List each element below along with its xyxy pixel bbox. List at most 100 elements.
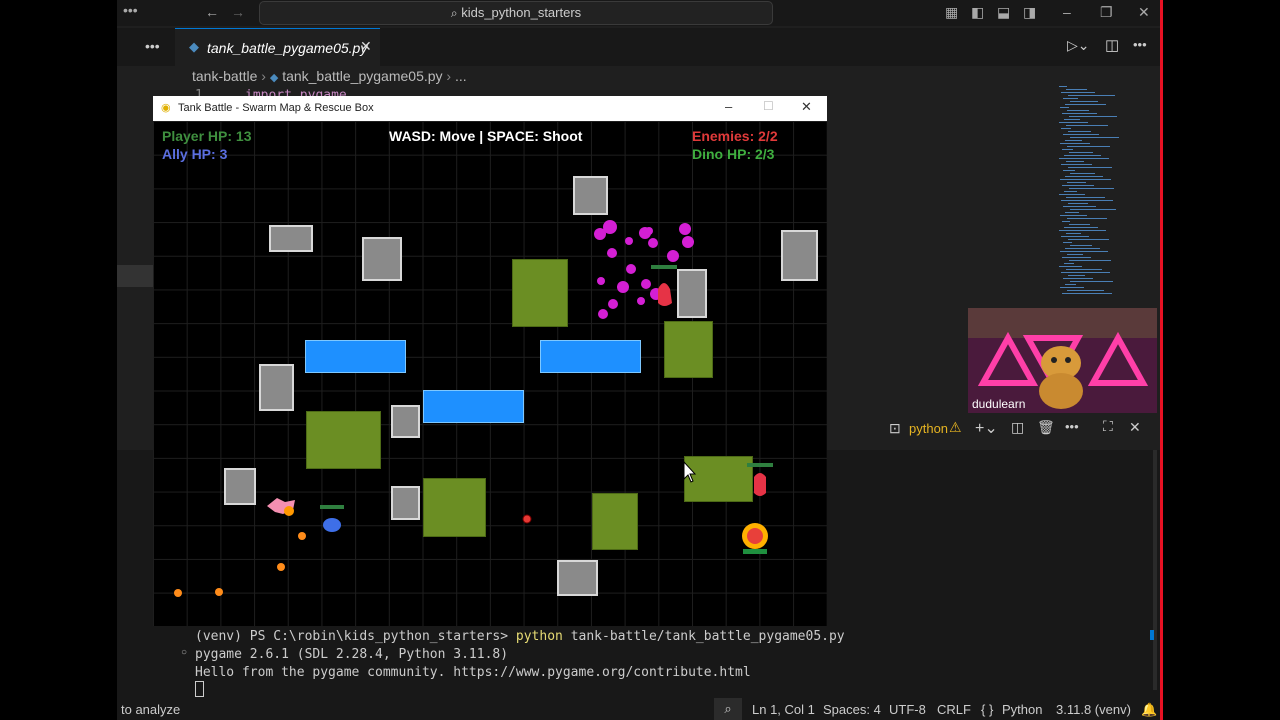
minimap-line	[1067, 182, 1086, 183]
terminal-decoration-icon: ○	[181, 647, 188, 658]
terminal-prompt: (venv) PS C:\robin\kids_python_starters>	[195, 629, 516, 644]
minimap-line	[1069, 224, 1090, 225]
minimize-icon[interactable]: –	[1063, 4, 1071, 20]
orange-bullet	[277, 563, 285, 571]
minimap-line	[1069, 260, 1111, 261]
status-language[interactable]: Python	[1002, 702, 1042, 717]
command-center[interactable]: ⌕ kids_python_starters	[259, 1, 773, 25]
minimap-line	[1066, 197, 1105, 198]
minimap-line	[1063, 98, 1078, 99]
minimap-line	[1061, 236, 1089, 237]
minimap-line	[1061, 164, 1092, 165]
minimap-line	[1061, 92, 1095, 93]
mouse-cursor	[683, 460, 697, 483]
webcam-name: dudulearn	[972, 397, 1026, 411]
status-eol[interactable]: CRLF	[937, 702, 971, 717]
status-spaces[interactable]: Spaces: 4	[823, 702, 881, 717]
breadcrumb-symbol[interactable]: ...	[455, 68, 467, 84]
minimap-line	[1070, 101, 1098, 102]
terminal-args: tank-battle/tank_battle_pygame05.py	[562, 629, 845, 644]
minimap-line	[1069, 116, 1117, 117]
minimap-line	[1060, 143, 1090, 144]
minimap-line	[1066, 125, 1108, 126]
minimap-line	[1060, 251, 1108, 252]
game-sprites	[174, 220, 773, 597]
maximize-icon[interactable]: ☐	[763, 99, 774, 113]
breadcrumb-file[interactable]: tank_battle_pygame05.py	[282, 68, 442, 84]
pygame-title-bar: ◉ Tank Battle - Swarm Map & Rescue Box –…	[153, 96, 827, 121]
enemy-health-bar	[747, 463, 773, 467]
minimap-line	[1068, 167, 1112, 168]
terminal-name[interactable]: python	[909, 421, 948, 436]
minimap-line	[1065, 176, 1103, 177]
minimap-line	[1069, 152, 1093, 153]
close-icon[interactable]: ✕	[801, 99, 812, 115]
run-icon[interactable]: ▷⌄	[1067, 37, 1090, 54]
status-bar: to analyze ⌕ Ln 1, Col 1 Spaces: 4 UTF-8…	[117, 698, 1163, 720]
minimap-line	[1064, 263, 1074, 264]
minimap-line	[1059, 122, 1088, 123]
terminal-scrollbar[interactable]	[1153, 450, 1157, 690]
add-terminal-icon[interactable]: +⌄	[975, 418, 998, 438]
tab-tank-battle[interactable]: ◆ tank_battle_pygame05.py ✕	[175, 28, 380, 67]
status-position[interactable]: Ln 1, Col 1	[752, 702, 815, 717]
editor-more-icon[interactable]: •••	[1133, 37, 1147, 52]
terminal-line-3: Hello from the pygame community. https:/…	[195, 665, 751, 680]
bullet	[522, 514, 532, 524]
python-file-icon: ◆	[269, 72, 279, 84]
minimap-line	[1061, 128, 1071, 129]
minimap-line	[1063, 170, 1075, 171]
minimap-line	[1059, 86, 1067, 87]
maximize-panel-icon[interactable]: ⛶	[1103, 418, 1113, 435]
forward-arrow-icon[interactable]: →	[231, 4, 245, 20]
minimap-line	[1066, 269, 1102, 270]
minimap-line	[1062, 221, 1070, 222]
toggle-panel-icon[interactable]: ⬓	[997, 4, 1010, 21]
minimap-line	[1068, 131, 1091, 132]
player-health-bar	[320, 505, 344, 509]
split-terminal-icon[interactable]: ◫	[1011, 419, 1024, 436]
scroll-marker	[1150, 630, 1154, 640]
toggle-secondary-sidebar-icon[interactable]: ◨	[1023, 4, 1036, 21]
game-canvas[interactable]: Player HP: 13 Ally HP: 3 WASD: Move | SP…	[153, 121, 827, 626]
close-icon[interactable]: ✕	[1138, 4, 1150, 21]
status-interpreter[interactable]: 3.11.8 (venv)	[1056, 702, 1131, 717]
panel-more-icon[interactable]: •••	[1065, 419, 1079, 434]
minimap-line	[1061, 272, 1110, 273]
more-actions-icon[interactable]: •••	[145, 38, 160, 54]
layout-customize-icon[interactable]: ▦	[945, 4, 958, 21]
orange-bullet	[215, 588, 223, 596]
minimap-line	[1066, 161, 1084, 162]
terminal-line-1: (venv) PS C:\robin\kids_python_starters>…	[195, 629, 845, 644]
breadcrumb-folder[interactable]: tank-battle	[192, 68, 257, 84]
trash-icon[interactable]: 🗑	[1037, 419, 1055, 436]
player-tank	[323, 518, 341, 532]
breadcrumb: tank-battle › ◆ tank_battle_pygame05.py …	[192, 68, 467, 84]
tab-label: tank_battle_pygame05.py	[207, 40, 368, 56]
minimap-line	[1065, 248, 1100, 249]
minimap-line	[1068, 239, 1109, 240]
back-arrow-icon[interactable]: ←	[205, 4, 219, 20]
orange-bullet	[298, 532, 306, 540]
split-editor-icon[interactable]: ◫	[1105, 36, 1119, 54]
minimap-line	[1066, 233, 1081, 234]
enemy-health-bar	[651, 265, 677, 269]
close-panel-icon[interactable]: ✕	[1129, 419, 1141, 436]
minimap-line	[1070, 209, 1116, 210]
minimap-line	[1062, 113, 1097, 114]
minimap-line	[1060, 215, 1087, 216]
tab-close-icon[interactable]: ✕	[360, 38, 372, 55]
zoom-icon[interactable]: ⌕	[714, 698, 742, 720]
minimize-icon[interactable]: –	[725, 99, 732, 114]
toggle-primary-sidebar-icon[interactable]: ◧	[971, 4, 984, 21]
status-encoding[interactable]: UTF-8	[889, 702, 926, 717]
status-left[interactable]: to analyze	[121, 702, 180, 717]
terminal-toolbar: ⊡ python ⚠ +⌄ ◫ 🗑 ••• ⛶ ✕	[827, 412, 1163, 448]
minimap-line	[1063, 134, 1099, 135]
terminal-icon: ⊡	[889, 420, 901, 436]
chevron-right-icon: ›	[446, 68, 455, 84]
menu-icon[interactable]: •••	[123, 2, 138, 18]
bell-icon[interactable]: 🔔	[1141, 702, 1157, 718]
minimap[interactable]	[1059, 86, 1154, 306]
restore-icon[interactable]: ❐	[1100, 4, 1113, 21]
